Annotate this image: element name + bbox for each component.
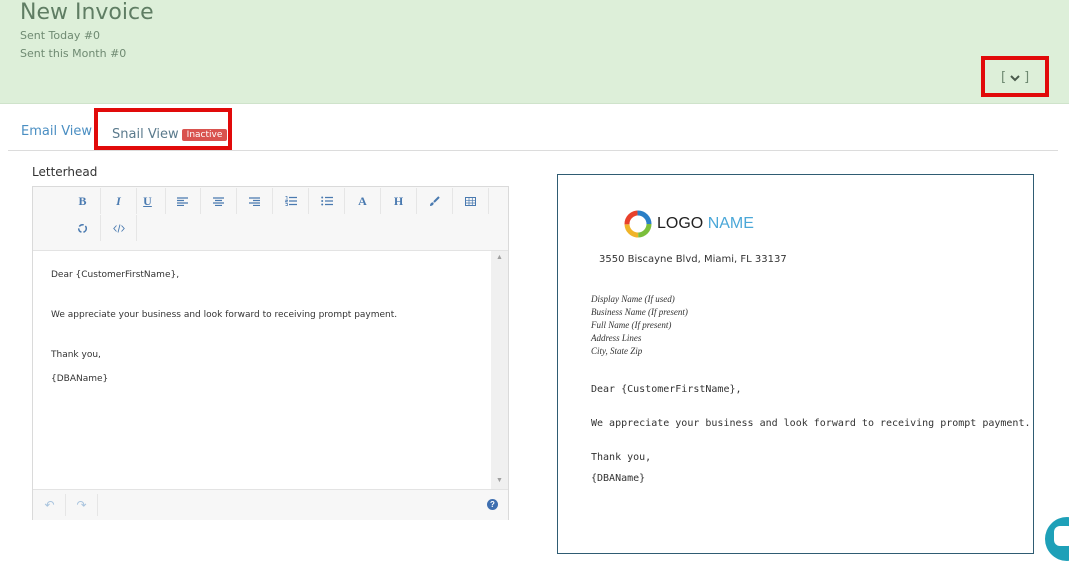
editor-closing: Thank you, — [51, 350, 101, 360]
bold-button[interactable]: B — [65, 188, 101, 214]
sent-today-stat: Sent Today #0 — [20, 29, 101, 42]
preview-signature: {DBAName} — [591, 473, 646, 484]
editor-toolbar: B I U A H — [33, 187, 508, 251]
view-tabs: Email View Snail View Inactive — [8, 104, 1058, 151]
collapse-toggle-button[interactable]: [] — [1001, 70, 1029, 85]
unordered-list-button[interactable] — [309, 188, 345, 214]
recycle-icon — [77, 223, 88, 233]
letterhead-editor: B I U A H Dear {CustomerFirstName}, We a… — [32, 186, 509, 520]
recipient-line: Business Name (If present) — [591, 307, 688, 317]
recipient-line: City, State Zip — [591, 346, 643, 356]
logo-text: LOGO NAME — [657, 215, 754, 233]
snail-tab-highlight: Snail View Inactive — [94, 108, 232, 150]
chat-widget-button[interactable] — [1045, 517, 1069, 561]
underline-icon: U — [143, 193, 152, 208]
align-center-icon — [213, 196, 224, 206]
undo-icon: ↶ — [44, 498, 55, 512]
logo-word: LOGO — [657, 215, 704, 232]
recycle-button[interactable] — [65, 215, 101, 241]
editor-content[interactable]: Dear {CustomerFirstName}, We appreciate … — [33, 251, 491, 489]
recipient-line: Address Lines — [591, 333, 642, 343]
recipient-line: Full Name (If present) — [591, 320, 672, 330]
recipient-block: Display Name (If used) Business Name (If… — [591, 293, 688, 358]
inactive-badge: Inactive — [181, 129, 228, 141]
preview-closing: Thank you, — [591, 452, 652, 463]
preview-greeting: Dear {CustomerFirstName}, — [591, 384, 742, 395]
editor-footer: ↶ ↷ ? — [33, 489, 508, 520]
recipient-line: Display Name (If used) — [591, 294, 675, 304]
italic-icon: I — [116, 193, 121, 208]
bracket-close: ] — [1024, 70, 1030, 85]
tab-snail-label: Snail View — [112, 127, 179, 142]
bold-icon: B — [78, 193, 87, 208]
code-icon — [112, 223, 125, 233]
collapse-highlight: [] — [981, 56, 1049, 97]
brush-button[interactable] — [417, 188, 453, 214]
font-color-icon: A — [358, 193, 367, 208]
ordered-list-button[interactable] — [273, 188, 309, 214]
underline-button[interactable]: U — [130, 188, 166, 214]
logo-mark-icon — [624, 210, 652, 238]
table-icon — [465, 196, 476, 206]
invoice-header: New Invoice Sent Today #0 Sent this Mont… — [0, 0, 1069, 104]
font-color-button[interactable]: A — [345, 188, 381, 214]
help-icon[interactable]: ? — [487, 499, 498, 510]
brush-icon — [430, 195, 440, 206]
table-button[interactable] — [453, 188, 489, 214]
undo-button[interactable]: ↶ — [34, 494, 66, 516]
align-right-button[interactable] — [237, 188, 273, 214]
scroll-up-icon[interactable]: ▲ — [496, 254, 503, 261]
align-left-icon — [177, 196, 188, 206]
unordered-list-icon — [320, 196, 333, 206]
align-left-button[interactable] — [165, 188, 201, 214]
heading-icon: H — [393, 193, 404, 208]
sent-month-stat: Sent this Month #0 — [20, 47, 127, 60]
redo-button[interactable]: ↷ — [66, 494, 98, 516]
editor-signature: {DBAName} — [51, 374, 109, 384]
tab-email-view[interactable]: Email View — [21, 124, 92, 139]
logo-name: NAME — [707, 215, 754, 232]
preview-body: We appreciate your business and look for… — [591, 418, 1031, 429]
heading-button[interactable]: H — [381, 188, 417, 214]
sender-address: 3550 Biscayne Blvd, Miami, FL 33137 — [599, 254, 787, 265]
code-view-button[interactable] — [101, 215, 137, 241]
letter-preview: LOGO NAME 3550 Biscayne Blvd, Miami, FL … — [557, 174, 1034, 554]
chat-icon — [1054, 526, 1069, 546]
letterhead-label: Letterhead — [32, 165, 98, 179]
ordered-list-icon — [284, 196, 297, 206]
editor-body: We appreciate your business and look for… — [51, 310, 398, 320]
align-center-button[interactable] — [201, 188, 237, 214]
page-title: New Invoice — [20, 0, 154, 25]
chevron-down-icon — [1010, 74, 1020, 81]
bracket-open: [ — [1001, 70, 1007, 85]
scroll-down-icon[interactable]: ▼ — [496, 477, 503, 484]
align-right-icon — [249, 196, 260, 206]
logo: LOGO NAME — [623, 209, 754, 239]
editor-greeting: Dear {CustomerFirstName}, — [51, 270, 180, 280]
editor-scrollbar[interactable]: ▲ ▼ — [491, 251, 508, 489]
tab-snail-view[interactable]: Snail View Inactive — [112, 127, 228, 142]
redo-icon: ↷ — [76, 498, 87, 512]
